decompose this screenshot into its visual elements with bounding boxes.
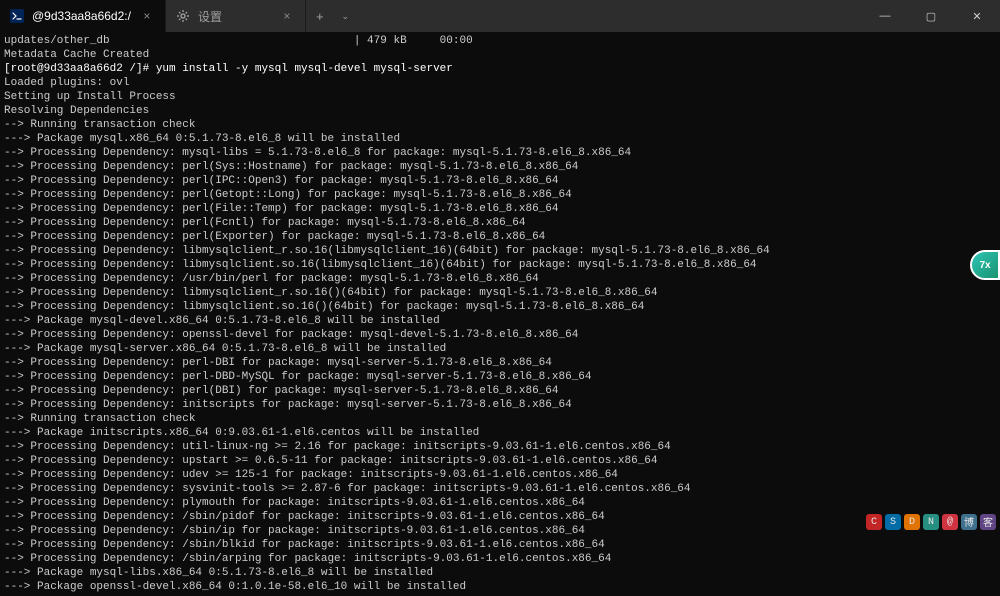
tab-dropdown-button[interactable]: ⌄ (334, 0, 358, 32)
terminal-line: [root@9d33aa8a66d2 /]# yum install -y my… (4, 62, 996, 76)
terminal-line: --> Processing Dependency: /sbin/blkid f… (4, 538, 996, 552)
watermark-box: C (866, 514, 882, 530)
terminal-line: ---> Package initscripts.x86_64 0:9.03.6… (4, 426, 996, 440)
terminal-line: ---> Package mysql-libs.x86_64 0:5.1.73-… (4, 566, 996, 580)
powershell-icon (10, 9, 24, 23)
terminal-line: ---> Package mysql-devel.x86_64 0:5.1.73… (4, 314, 996, 328)
floating-badge[interactable]: 7x (970, 250, 1000, 280)
terminal-line: --> Processing Dependency: perl(File::Te… (4, 202, 996, 216)
terminal-line: Resolving Dependencies (4, 104, 996, 118)
watermark-box: D (904, 514, 920, 530)
window-controls: — ▢ ✕ (862, 0, 1000, 32)
titlebar: @9d33aa8a66d2:/ × 设置 × + ⌄ — ▢ ✕ (0, 0, 1000, 32)
terminal-line: --> Processing Dependency: upstart >= 0.… (4, 454, 996, 468)
terminal-line: --> Processing Dependency: perl(Sys::Hos… (4, 160, 996, 174)
close-icon[interactable]: × (139, 8, 155, 24)
terminal-line: Metadata Cache Created (4, 48, 996, 62)
watermark-box: @ (942, 514, 958, 530)
tab-title: @9d33aa8a66d2:/ (32, 9, 131, 23)
terminal-line: --> Processing Dependency: initscripts f… (4, 398, 996, 412)
terminal-line: --> Processing Dependency: plymouth for … (4, 496, 996, 510)
terminal-line: --> Processing Dependency: libmysqlclien… (4, 258, 996, 272)
terminal-line: --> Processing Dependency: libmysqlclien… (4, 300, 996, 314)
terminal-line: --> Processing Dependency: /sbin/pidof f… (4, 510, 996, 524)
new-tab-button[interactable]: + (306, 0, 334, 32)
terminal-line: --> Processing Dependency: perl(Fcntl) f… (4, 216, 996, 230)
settings-icon (176, 9, 190, 23)
terminal-line: Setting up Install Process (4, 90, 996, 104)
terminal-line: --> Processing Dependency: perl-DBD-MySQ… (4, 370, 996, 384)
terminal-line: --> Running transaction check (4, 118, 996, 132)
terminal-line: --> Processing Dependency: sysvinit-tool… (4, 482, 996, 496)
terminal-line: --> Processing Dependency: libmysqlclien… (4, 244, 996, 258)
tab-settings[interactable]: 设置 × (166, 0, 306, 32)
terminal-line: --> Processing Dependency: /usr/bin/perl… (4, 272, 996, 286)
tab-title: 设置 (198, 8, 222, 25)
close-window-button[interactable]: ✕ (954, 0, 1000, 32)
terminal-output[interactable]: updates/other_db | 479 kB 00:00Metadata … (0, 32, 1000, 596)
terminal-line: ---> Package mysql-server.x86_64 0:5.1.7… (4, 342, 996, 356)
minimize-button[interactable]: — (862, 0, 908, 32)
terminal-line: --> Processing Dependency: /sbin/ip for … (4, 524, 996, 538)
terminal-line: --> Processing Dependency: libmysqlclien… (4, 286, 996, 300)
terminal-line: ---> Package openssl-devel.x86_64 0:1.0.… (4, 580, 996, 594)
terminal-line: --> Processing Dependency: perl-DBI for … (4, 356, 996, 370)
terminal-line: --> Processing Dependency: util-linux-ng… (4, 440, 996, 454)
terminal-line: --> Processing Dependency: perl(Exporter… (4, 230, 996, 244)
maximize-button[interactable]: ▢ (908, 0, 954, 32)
watermark-box: 客 (980, 514, 996, 530)
close-icon[interactable]: × (279, 8, 295, 24)
watermark-box: S (885, 514, 901, 530)
terminal-line: --> Processing Dependency: openssl-devel… (4, 328, 996, 342)
terminal-line: --> Processing Dependency: perl(IPC::Ope… (4, 174, 996, 188)
watermark: CSDN@博客 (866, 514, 996, 530)
terminal-line: updates/other_db | 479 kB 00:00 (4, 34, 996, 48)
watermark-box: 博 (961, 514, 977, 530)
terminal-line: --> Running transaction check (4, 412, 996, 426)
terminal-line: Loaded plugins: ovl (4, 76, 996, 90)
watermark-box: N (923, 514, 939, 530)
tab-terminal[interactable]: @9d33aa8a66d2:/ × (0, 0, 166, 32)
terminal-line: --> Processing Dependency: perl(DBI) for… (4, 384, 996, 398)
terminal-line: --> Processing Dependency: /sbin/arping … (4, 552, 996, 566)
terminal-line: --> Processing Dependency: udev >= 125-1… (4, 468, 996, 482)
terminal-line: ---> Package mysql.x86_64 0:5.1.73-8.el6… (4, 132, 996, 146)
terminal-line: --> Processing Dependency: mysql-libs = … (4, 146, 996, 160)
terminal-line: --> Processing Dependency: perl(Getopt::… (4, 188, 996, 202)
